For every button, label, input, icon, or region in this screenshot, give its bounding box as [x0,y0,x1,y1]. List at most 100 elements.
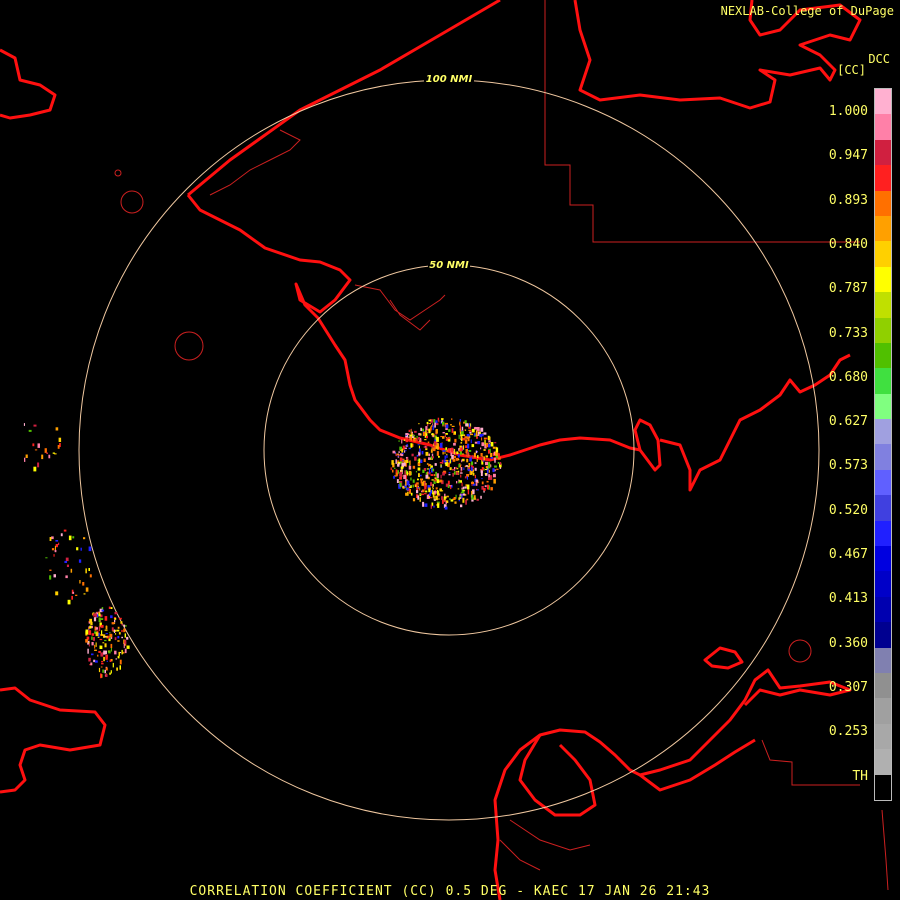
echo-pixel [411,453,414,457]
echo-pixel [72,591,75,594]
echo-pixel [475,479,479,483]
boundaries [114,0,889,891]
colorbar-segment [875,723,891,750]
echo-pixel [34,449,38,451]
echo-pixel [49,569,52,571]
echo-pixel [425,490,428,493]
echo-pixel [432,483,434,489]
echo-pixel [76,547,79,551]
small-lake-2 [174,331,204,361]
echo-pixel [392,450,396,454]
colorbar-segment [875,520,891,547]
legend-unit: [CC] [837,63,866,77]
colorbar-tick-label: 0.733 [828,325,868,341]
echo-pixel [70,568,73,573]
echo-pixel [406,480,410,486]
echo-pixel [422,501,425,507]
echo-pixel [46,452,48,454]
echo-pixel [470,433,473,436]
echo-pixel [83,593,86,595]
echo-pixel [53,554,55,557]
colorbar-tick-label: 0.307 [828,679,868,695]
echo-pixel [428,419,432,422]
echo-pixel [455,457,459,461]
echo-pixel [470,467,473,472]
echo-pixel [423,446,427,448]
echo-pixel [100,673,102,679]
echo-pixel [122,651,125,654]
echo-pixel [432,423,434,425]
echo-pixel [490,464,492,468]
echo-pixel [419,493,421,495]
east-line [881,809,889,891]
echo-pixel [397,454,401,456]
echo-pixel [123,643,125,649]
colorbar-tick-label: 1.000 [828,104,868,119]
echo-pixel [54,453,57,455]
echo-pixel [447,437,450,440]
echo-pixel [426,463,429,465]
echo-pixel [472,466,474,469]
echo-pixel [424,503,428,507]
echo-pixel [464,420,467,424]
echo-pixel [410,428,412,430]
echo-pixel [111,622,114,625]
echo-pixel [466,458,469,463]
echo-pixel [418,458,421,463]
echo-pixel [466,476,468,480]
small-lake-4 [114,169,122,177]
echo-pixel [402,452,404,454]
echo-pixel [48,454,51,459]
colorbar-tick-label: 0.573 [828,458,868,474]
echo-pixel [468,423,471,428]
echo-pixel [391,460,394,465]
echo-pixel [462,493,466,496]
echo-pixel [487,469,489,474]
echo-pixel [428,453,430,457]
echo-pixel [419,474,422,477]
echo-pixel [417,487,420,489]
echo-pixel [37,462,40,468]
echo-pixel [433,441,437,446]
echo-pixel [461,426,464,431]
echo-pixel [432,425,434,431]
colorbar-segment [875,774,891,800]
echo-pixel [448,472,451,474]
echo-pixel [439,442,443,448]
echo-pixel [456,481,458,484]
echo-pixel [481,442,485,447]
ring-label-100: 100 NMI [426,74,473,85]
small-lake-1 [120,190,144,214]
echo-pixel [488,449,490,454]
echo-pixel [408,447,411,450]
echo-pixel [417,463,421,466]
echo-pixel [456,451,459,454]
echo-pixel [483,432,487,435]
echo-pixel [494,469,496,472]
echo-pixel [91,642,94,646]
echo-pixel [426,424,429,427]
echo-pixel [419,497,421,502]
echo-pixel [78,559,82,563]
echo-pixel [434,422,436,428]
echo-pixel [117,640,120,642]
echo-pixel [424,485,427,490]
echo-pixel [121,623,123,626]
echo-pixel [471,494,474,500]
colorbar-segment [875,444,891,470]
echo-pixel [409,437,412,440]
echo-pixel [417,478,419,481]
echo-pixel [440,490,444,492]
colorbar-tick-label: 0.360 [828,635,868,651]
echo-pixel [460,474,462,478]
echo-pixel [110,615,113,619]
echo-pixel [85,587,89,592]
echo-pixel [473,433,476,436]
echo-pixel [106,660,108,662]
echo-pixel [23,423,25,426]
echo-pixel [89,625,92,629]
echo-pixel [483,488,486,491]
echo-pixel [426,421,429,425]
echo-pixel [484,473,487,475]
echo-pixel [55,540,59,542]
